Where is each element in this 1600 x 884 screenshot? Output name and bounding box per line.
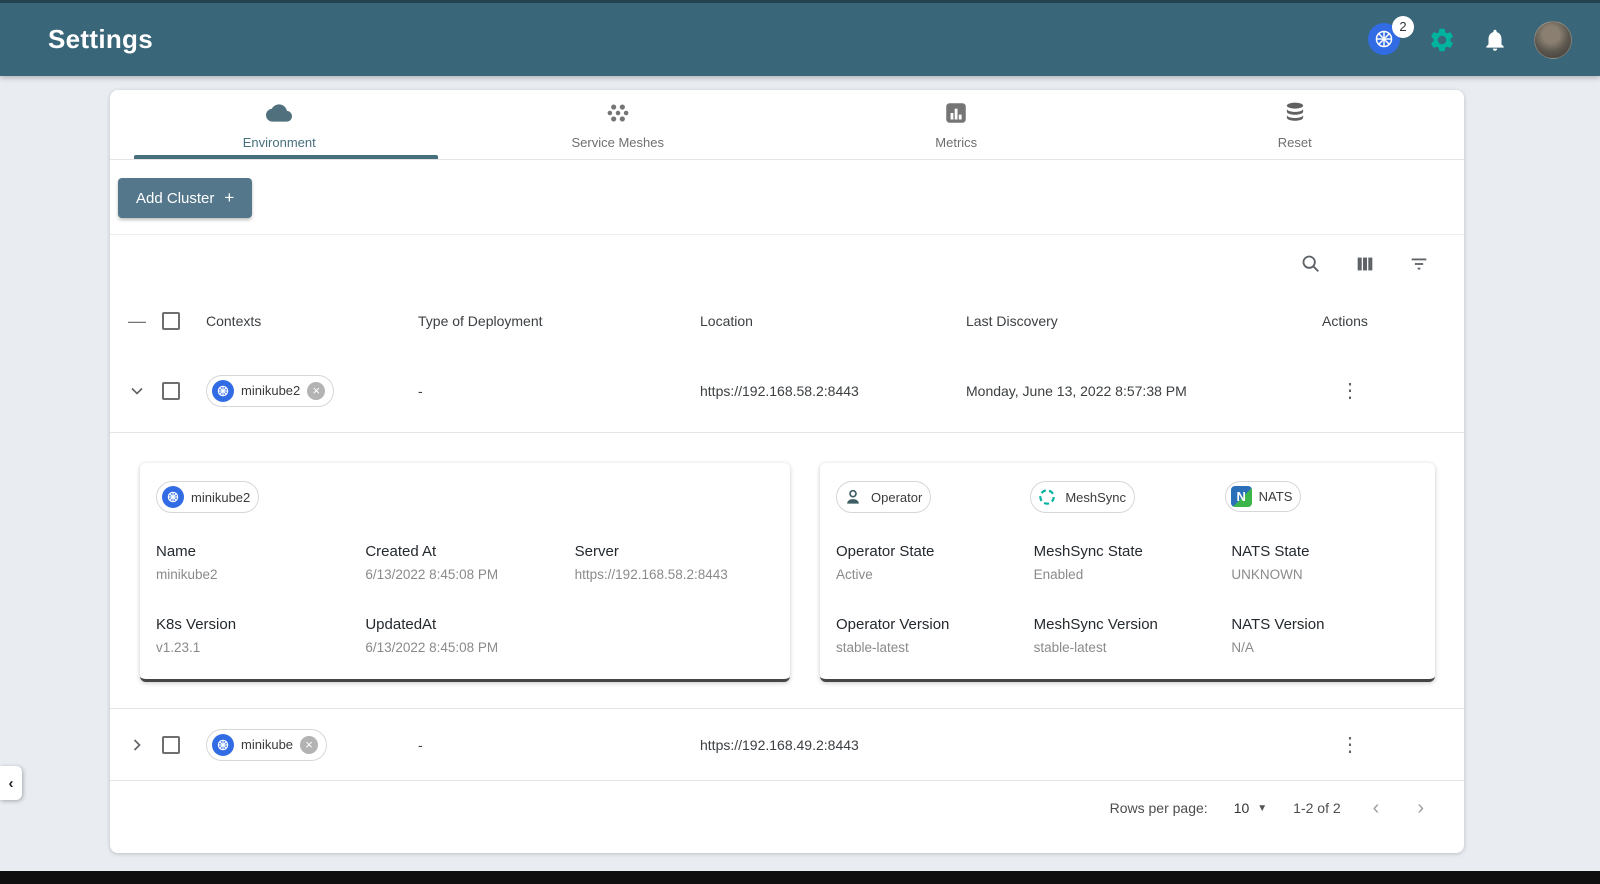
view-columns-icon[interactable] xyxy=(1354,253,1376,275)
active-tab-indicator xyxy=(133,155,439,159)
tab-label: Metrics xyxy=(935,134,978,150)
field-k8s-version: K8s Version v1.23.1 xyxy=(156,616,237,655)
tab-environment[interactable]: Environment xyxy=(110,90,449,159)
context-chip-label: minikube xyxy=(241,737,294,752)
chevron-down-icon: ▼ xyxy=(1257,802,1268,814)
column-location[interactable]: Location xyxy=(692,313,958,329)
tab-label: Service Meshes xyxy=(571,134,664,150)
meshsync-spinner-icon xyxy=(1036,486,1058,508)
page-title: Settings xyxy=(48,24,153,54)
rows-per-page-label: Rows per page: xyxy=(1109,800,1208,816)
plus-icon: + xyxy=(224,188,235,207)
bottom-screen-edge xyxy=(0,871,1600,884)
field-server: Server https://192.168.58.2:8443 xyxy=(574,543,728,582)
nats-chip-label: NATS xyxy=(1258,489,1293,504)
field-operator-state: Operator State Active xyxy=(836,543,935,582)
tab-reset[interactable]: Reset xyxy=(1126,90,1465,159)
nats-chip[interactable]: N NATS xyxy=(1224,481,1302,512)
location-value: https://192.168.49.2:8443 xyxy=(700,736,859,753)
app-bar: Settings 2 xyxy=(0,0,1600,76)
row-checkbox[interactable] xyxy=(162,381,180,400)
remove-context-icon[interactable]: × xyxy=(300,735,319,754)
notifications-bell-icon[interactable] xyxy=(1482,27,1508,53)
field-name: Name minikube2 xyxy=(156,543,218,582)
cluster-chip: minikube2 xyxy=(156,481,260,513)
search-icon[interactable] xyxy=(1300,253,1322,275)
settings-panel: Environment Service Meshes Metrics Reset… xyxy=(110,90,1464,853)
kubernetes-icon xyxy=(212,733,234,756)
sidebar-expand-handle[interactable]: ‹ xyxy=(0,766,22,800)
operator-details-card: Operator MeshSync N NATS Operator State … xyxy=(820,463,1435,682)
row-actions-menu-icon[interactable]: ⋮ xyxy=(1340,734,1360,756)
cluster-chip-label: minikube2 xyxy=(191,489,251,505)
cloud-icon xyxy=(266,100,293,129)
table-toolbar xyxy=(110,235,1464,293)
filter-icon[interactable] xyxy=(1408,253,1430,275)
context-count-badge: 2 xyxy=(1392,15,1414,38)
field-meshsync-version: MeshSync Version stable-latest xyxy=(1033,616,1158,655)
table-pagination: Rows per page: 10 ▼ 1-2 of 2 ‹ › xyxy=(110,781,1464,835)
last-discovery-value: Monday, June 13, 2022 8:57:38 PM xyxy=(966,382,1187,399)
next-page-button[interactable]: › xyxy=(1411,797,1430,820)
cluster-details-card: minikube2 Name minikube2 Created At 6/13… xyxy=(140,463,790,682)
settings-gear-icon[interactable] xyxy=(1428,26,1456,54)
expand-row-icon[interactable] xyxy=(118,735,156,755)
meshsync-chip-label: MeshSync xyxy=(1065,489,1127,505)
row-checkbox[interactable] xyxy=(162,735,180,754)
page-range-label: 1-2 of 2 xyxy=(1293,800,1341,816)
kubernetes-icon xyxy=(162,486,184,508)
nats-logo-icon: N xyxy=(1230,486,1252,507)
column-last-discovery[interactable]: Last Discovery xyxy=(958,313,1314,329)
expanded-row-details: minikube2 Name minikube2 Created At 6/13… xyxy=(110,433,1464,709)
context-chip[interactable]: minikube × xyxy=(206,728,328,761)
app-bar-actions: 2 xyxy=(1368,15,1572,59)
mesh-icon xyxy=(605,100,631,129)
collapse-row-icon[interactable] xyxy=(118,381,156,401)
column-type-of-deployment[interactable]: Type of Deployment xyxy=(410,313,692,329)
cluster-fields: Name minikube2 Created At 6/13/2022 8:45… xyxy=(156,543,774,655)
deployment-type-value: - xyxy=(418,382,423,399)
field-nats-version: NATS Version N/A xyxy=(1231,616,1325,655)
context-chip-label: minikube2 xyxy=(241,383,301,398)
column-actions: Actions xyxy=(1322,313,1368,329)
meshsync-chip[interactable]: MeshSync xyxy=(1030,481,1136,513)
user-avatar[interactable] xyxy=(1534,20,1572,59)
field-nats-state: NATS State UNKNOWN xyxy=(1231,543,1310,582)
remove-context-icon[interactable]: × xyxy=(307,381,326,400)
rows-per-page-value: 10 xyxy=(1233,800,1250,816)
operator-chip-label: Operator xyxy=(871,489,923,505)
table-row: minikube × - https://192.168.49.2:8443 ⋮ xyxy=(110,709,1464,781)
row-actions-menu-icon[interactable]: ⋮ xyxy=(1340,380,1360,402)
table-row: minikube2 × - https://192.168.58.2:8443 … xyxy=(110,349,1464,433)
field-meshsync-state: MeshSync State Enabled xyxy=(1033,543,1143,582)
location-value: https://192.168.58.2:8443 xyxy=(700,382,859,399)
actions-bar: Add Cluster + xyxy=(110,160,1464,235)
operator-chips: Operator MeshSync N NATS xyxy=(836,481,1419,513)
tab-service-meshes[interactable]: Service Meshes xyxy=(449,90,788,159)
column-contexts[interactable]: Contexts xyxy=(198,313,410,329)
operator-chip[interactable]: Operator xyxy=(836,481,932,513)
field-operator-version: Operator Version stable-latest xyxy=(836,616,950,655)
database-icon xyxy=(1282,100,1308,129)
collapse-all-icon[interactable]: — xyxy=(118,311,156,332)
bar-chart-icon xyxy=(943,100,969,129)
field-created-at: Created At 6/13/2022 8:45:08 PM xyxy=(365,543,499,582)
operator-person-icon xyxy=(842,486,864,508)
previous-page-button[interactable]: ‹ xyxy=(1367,797,1386,820)
context-chip[interactable]: minikube2 × xyxy=(206,374,335,407)
table-header-row: — Contexts Type of Deployment Location L… xyxy=(110,293,1464,349)
settings-tabs: Environment Service Meshes Metrics Reset xyxy=(110,90,1464,160)
deployment-type-value: - xyxy=(418,736,423,753)
tab-metrics[interactable]: Metrics xyxy=(787,90,1126,159)
add-cluster-button[interactable]: Add Cluster + xyxy=(118,178,253,218)
rows-per-page-select[interactable]: 10 ▼ xyxy=(1234,800,1267,816)
kubernetes-icon xyxy=(212,379,234,402)
tab-label: Reset xyxy=(1277,134,1312,150)
kubernetes-contexts-button[interactable]: 2 xyxy=(1368,15,1414,57)
operator-fields: Operator State Active MeshSync State Ena… xyxy=(836,543,1419,655)
tab-label: Environment xyxy=(242,134,316,150)
field-updated-at: UpdatedAt 6/13/2022 8:45:08 PM xyxy=(365,616,499,655)
add-cluster-label: Add Cluster xyxy=(136,189,215,207)
select-all-checkbox[interactable] xyxy=(162,312,180,330)
